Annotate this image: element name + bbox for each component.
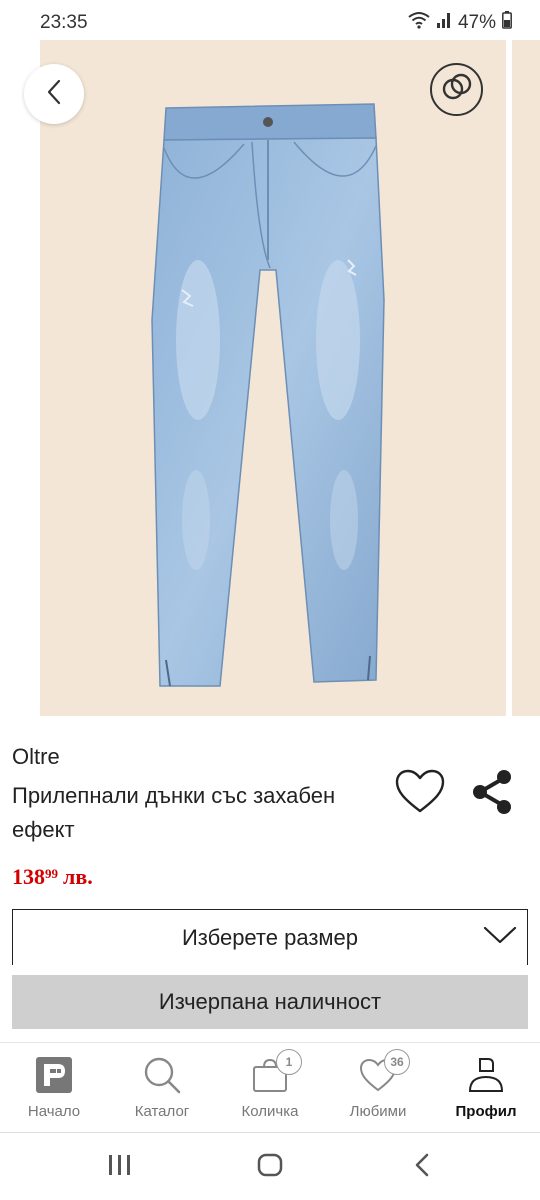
chevron-down-icon <box>483 924 517 951</box>
price-currency: лв. <box>63 864 93 889</box>
nav-label-cart: Количка <box>241 1103 299 1120</box>
back-icon <box>413 1152 431 1183</box>
nav-item-favorites[interactable]: 36 Любими <box>324 1043 432 1130</box>
search-icon <box>140 1053 184 1097</box>
gallery-next-slide-peek[interactable] <box>512 40 540 716</box>
chevron-left-icon <box>46 79 62 110</box>
jeans-product-image <box>151 103 385 687</box>
heart-icon: 36 <box>356 1049 410 1097</box>
product-brand[interactable]: Oltre <box>12 744 60 770</box>
bottom-navigation: Начало Каталог 1 Количка 36 Любими Профи… <box>0 1042 540 1130</box>
nav-label-favorites: Любими <box>349 1103 407 1120</box>
heart-icon <box>394 769 446 820</box>
nav-item-profile[interactable]: Профил <box>432 1043 540 1130</box>
nav-label-catalog: Каталог <box>134 1103 190 1120</box>
favorites-count-badge: 36 <box>384 1049 410 1075</box>
gallery-slide[interactable] <box>40 40 506 716</box>
system-back-button[interactable] <box>402 1151 442 1183</box>
wifi-icon <box>408 11 430 35</box>
product-price: 138 99 лв. <box>12 864 93 890</box>
nav-item-catalog[interactable]: Каталог <box>108 1043 216 1130</box>
recent-apps-button[interactable] <box>100 1151 140 1183</box>
system-navigation-bar <box>0 1132 540 1200</box>
rings-icon <box>440 72 474 107</box>
status-icons: 47% <box>408 11 512 35</box>
share-button[interactable] <box>468 769 516 820</box>
price-cents: 99 <box>45 866 58 881</box>
cart-count-badge: 1 <box>276 1049 302 1075</box>
nav-item-cart[interactable]: 1 Количка <box>216 1043 324 1130</box>
nav-label-profile: Профил <box>455 1103 517 1120</box>
home-icon <box>257 1153 283 1182</box>
compare-button[interactable] <box>430 63 483 116</box>
nav-item-home[interactable]: Начало <box>0 1043 108 1130</box>
battery-text: 47% <box>457 12 496 33</box>
product-gallery[interactable] <box>0 40 540 716</box>
share-icon <box>470 769 514 820</box>
cart-icon: 1 <box>248 1049 302 1097</box>
home-logo-icon <box>32 1053 76 1097</box>
home-button[interactable] <box>250 1151 290 1183</box>
back-button[interactable] <box>24 64 84 124</box>
status-bar: 23:35 47% <box>0 0 540 44</box>
recent-apps-icon <box>107 1153 133 1182</box>
price-whole: 138 <box>12 864 45 889</box>
add-to-wishlist-button[interactable] <box>393 769 447 820</box>
profile-icon <box>464 1053 508 1097</box>
size-select[interactable]: Изберете размер <box>12 909 528 965</box>
size-select-label: Изберете размер <box>181 924 359 950</box>
status-time: 23:35 <box>40 12 88 33</box>
product-title: Прилепнали дънки със захабен ефект <box>12 783 336 842</box>
out-of-stock-button[interactable]: Изчерпана наличност <box>12 975 528 1029</box>
battery-icon <box>502 11 512 35</box>
signal-icon <box>436 11 452 35</box>
nav-label-home: Начало <box>27 1103 81 1120</box>
